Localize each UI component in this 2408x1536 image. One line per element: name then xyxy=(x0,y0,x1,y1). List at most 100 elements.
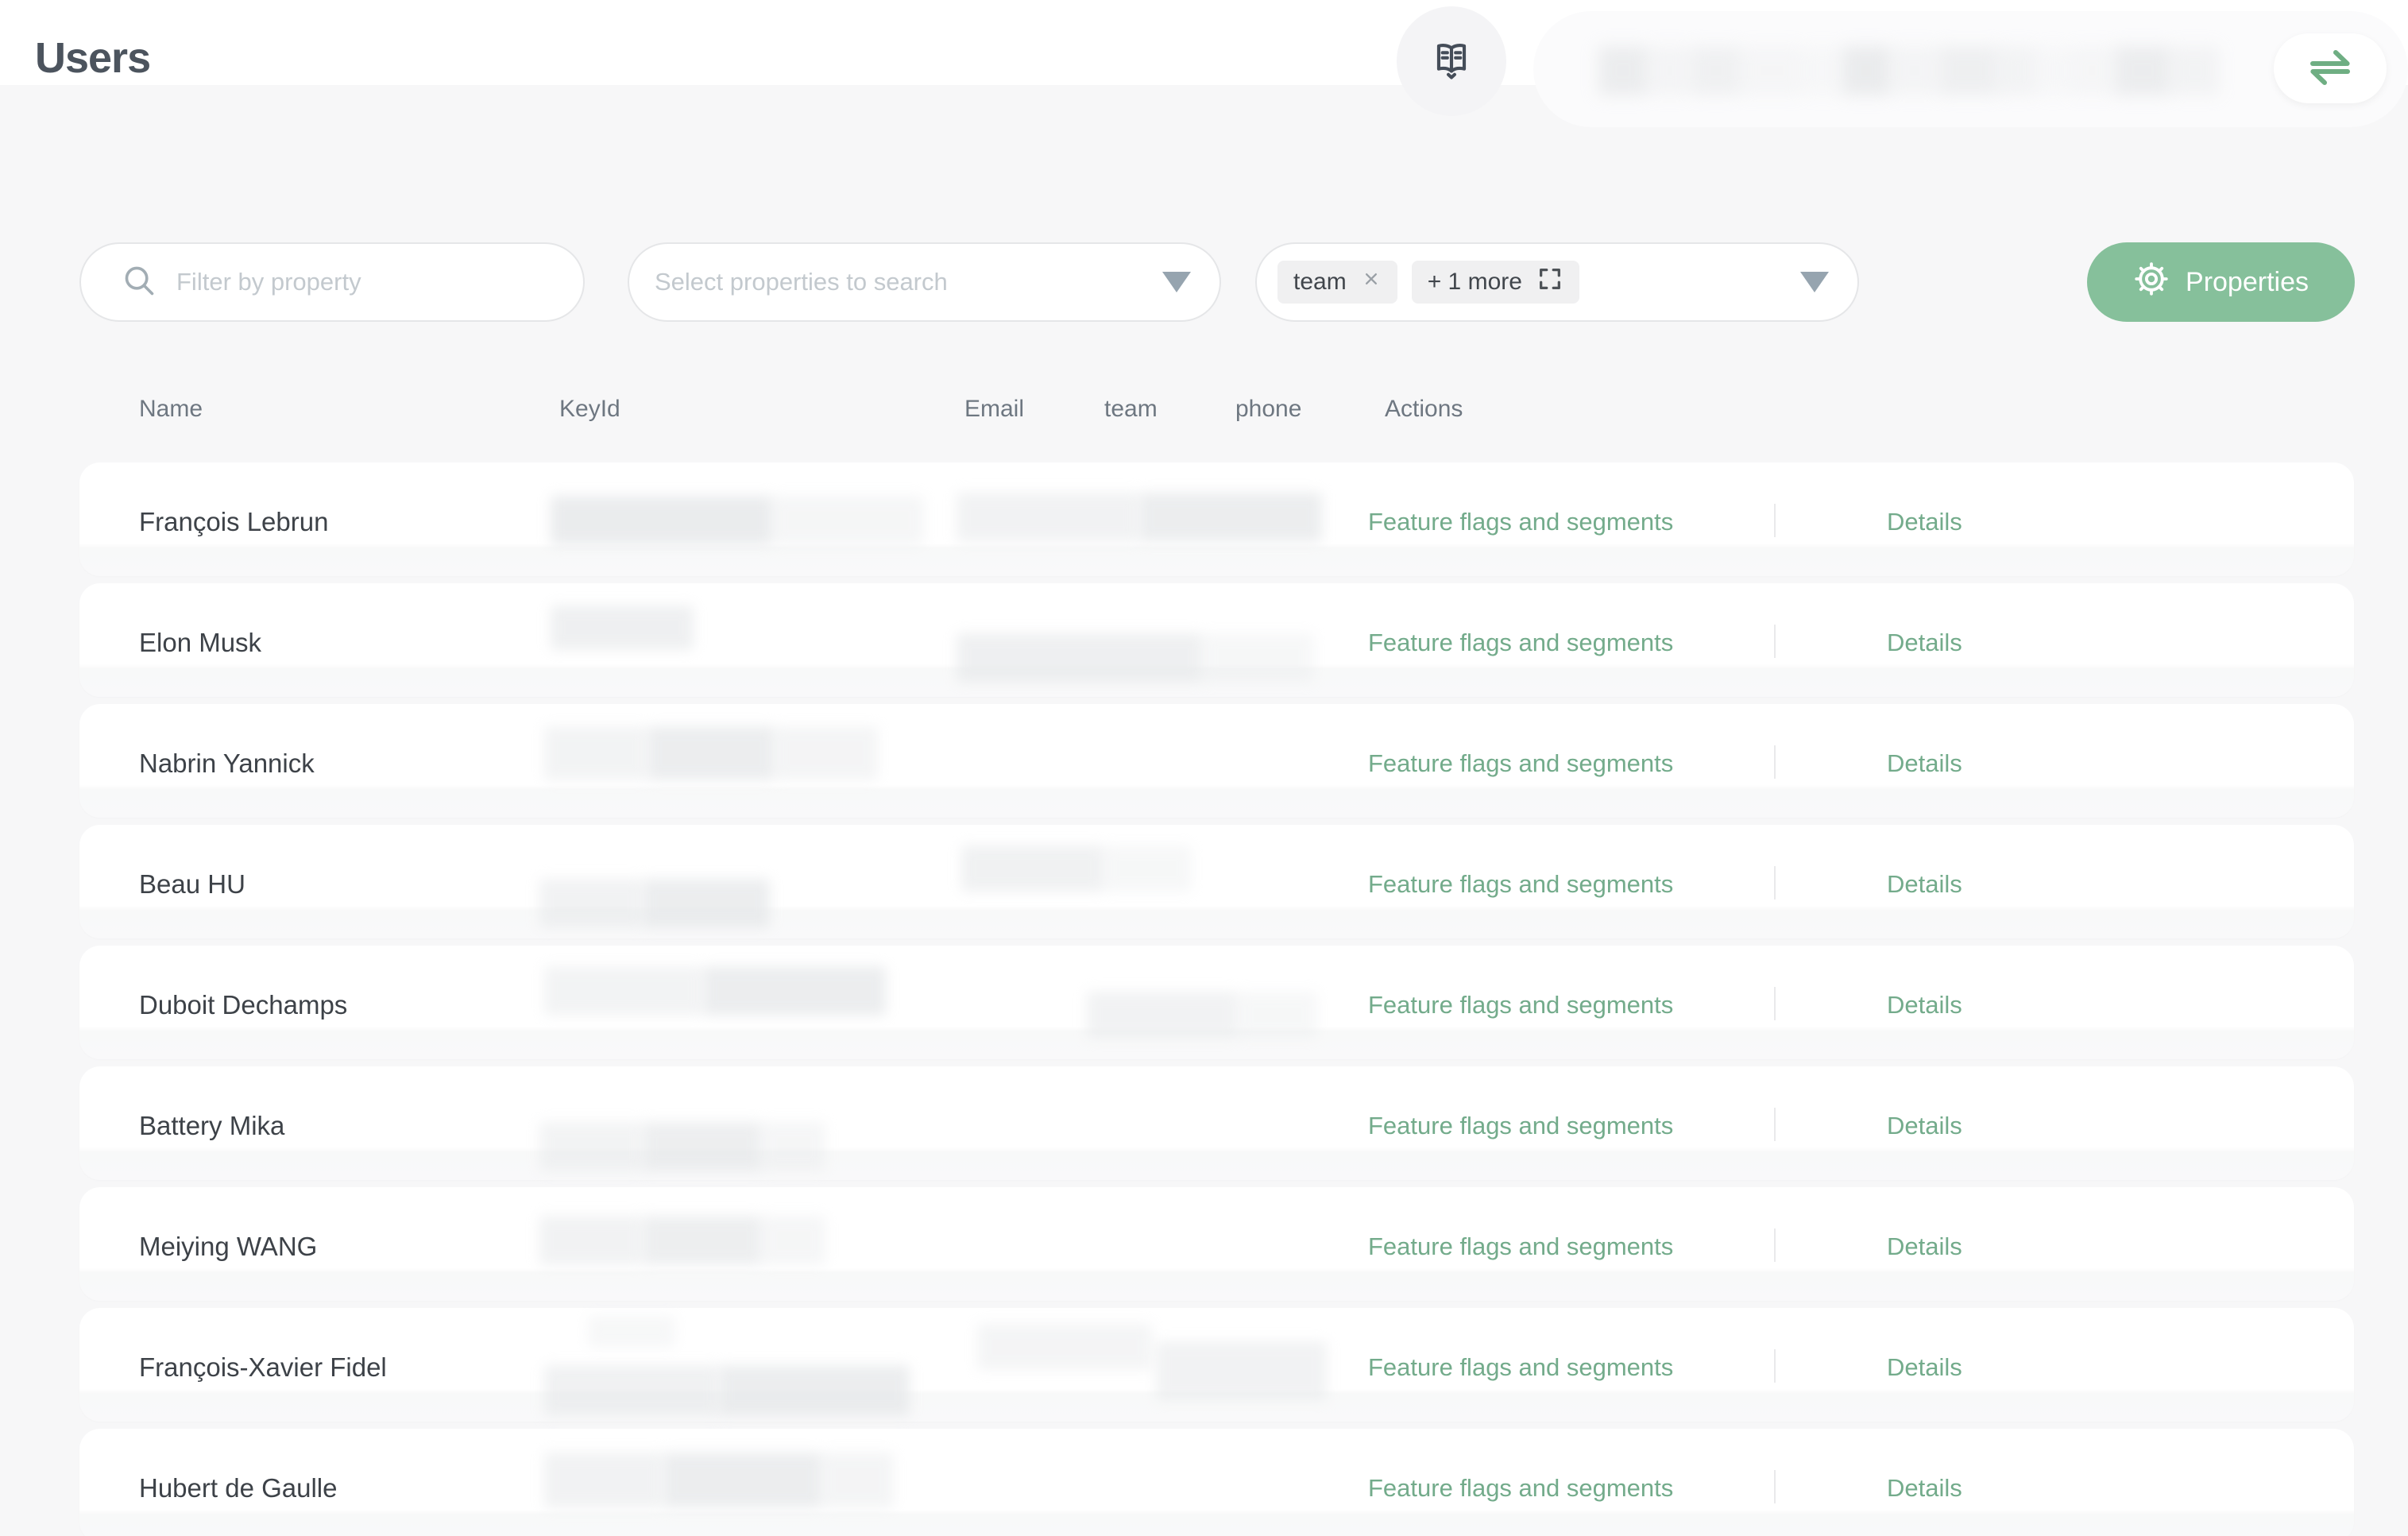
redacted-block xyxy=(1803,46,1842,95)
chip-team[interactable]: team xyxy=(1277,261,1397,304)
redacted-block xyxy=(539,879,643,928)
actions-divider xyxy=(1774,1108,1776,1141)
feature-flags-link[interactable]: Feature flags and segments xyxy=(1368,1090,1673,1162)
select-placeholder: Select properties to search xyxy=(655,268,948,296)
redacted-block xyxy=(2170,46,2220,95)
redacted-block xyxy=(588,1316,675,1348)
user-name: Nabrin Yannick xyxy=(139,728,315,799)
swap-arrows-icon xyxy=(2305,44,2356,93)
table-row: François-Xavier Fidel Feature flags and … xyxy=(79,1308,2354,1422)
redacted-block xyxy=(2069,46,2115,95)
actions-divider xyxy=(1774,1228,1776,1262)
expand-icon[interactable] xyxy=(1536,265,1563,299)
redacted-block xyxy=(1691,46,1741,95)
feature-flags-link[interactable]: Feature flags and segments xyxy=(1368,969,1673,1041)
redacted-block xyxy=(773,496,924,545)
feature-flags-link[interactable]: Feature flags and segments xyxy=(1368,1453,1673,1524)
gear-icon xyxy=(2133,261,2170,304)
actions-divider xyxy=(1774,866,1776,900)
docs-button[interactable] xyxy=(1397,6,1506,116)
details-link[interactable]: Details xyxy=(1887,607,1962,679)
header-bar: Users xyxy=(0,0,2408,85)
redacted-block xyxy=(822,1453,894,1508)
redacted-block xyxy=(643,879,770,928)
details-link[interactable]: Details xyxy=(1887,486,1962,558)
user-name: Hubert de Gaulle xyxy=(139,1453,337,1524)
details-link[interactable]: Details xyxy=(1887,728,1962,799)
table-row: Elon Musk Feature flags and segments Det… xyxy=(79,583,2354,697)
column-header-team: team xyxy=(1104,396,1158,423)
feature-flags-link[interactable]: Feature flags and segments xyxy=(1368,607,1673,679)
redacted-block xyxy=(539,1216,643,1265)
details-link[interactable]: Details xyxy=(1887,1090,1962,1162)
redacted-block xyxy=(539,1122,643,1171)
redacted-block xyxy=(1104,845,1192,892)
chip-more-label: + 1 more xyxy=(1428,269,1522,296)
remove-x-icon[interactable] xyxy=(1361,269,1382,296)
redacted-block xyxy=(762,1122,825,1171)
property-filter-field[interactable] xyxy=(79,242,585,322)
redacted-block xyxy=(1087,992,1238,1038)
chevron-down-icon xyxy=(1800,272,1829,292)
redacted-block xyxy=(957,493,1139,542)
actions-divider xyxy=(1774,504,1776,537)
feature-flags-link[interactable]: Feature flags and segments xyxy=(1368,849,1673,920)
user-name: Meiying WANG xyxy=(139,1211,317,1283)
chip-more[interactable]: + 1 more xyxy=(1412,261,1579,304)
table-row: Hubert de Gaulle Feature flags and segme… xyxy=(79,1429,2354,1536)
redacted-block xyxy=(544,1453,663,1508)
properties-button[interactable]: Properties xyxy=(2087,242,2355,322)
feature-flags-link[interactable]: Feature flags and segments xyxy=(1368,1332,1673,1403)
actions-divider xyxy=(1774,1470,1776,1503)
redacted-block xyxy=(2037,46,2069,95)
column-header-email: Email xyxy=(964,396,1024,423)
column-header-name: Name xyxy=(139,396,203,423)
redacted-block xyxy=(1842,46,1890,95)
redacted-block xyxy=(663,1453,822,1508)
chip-team-label: team xyxy=(1293,269,1347,296)
actions-divider xyxy=(1774,987,1776,1020)
redacted-block xyxy=(1156,1341,1327,1400)
redacted-block xyxy=(1999,46,2037,95)
users-page: Users xyxy=(0,0,2408,1536)
actions-divider xyxy=(1774,625,1776,658)
redacted-block xyxy=(957,633,1203,683)
properties-button-label: Properties xyxy=(2186,267,2309,298)
column-header-phone: phone xyxy=(1235,396,1301,423)
feature-flags-link[interactable]: Feature flags and segments xyxy=(1368,486,1673,558)
redacted-block xyxy=(544,966,703,1016)
redacted-block xyxy=(977,1324,1152,1370)
details-link[interactable]: Details xyxy=(1887,1332,1962,1403)
user-name: Elon Musk xyxy=(139,607,261,679)
search-properties-multiselect[interactable]: team + 1 more xyxy=(1255,242,1859,322)
environment-switcher-pill[interactable] xyxy=(1533,11,2408,127)
redacted-block xyxy=(1648,46,1691,95)
redacted-block xyxy=(775,726,878,780)
column-header-actions: Actions xyxy=(1385,396,1463,423)
redacted-block xyxy=(703,966,886,1016)
user-name: François Lebrun xyxy=(139,486,328,558)
feature-flags-link[interactable]: Feature flags and segments xyxy=(1368,728,1673,799)
search-icon xyxy=(121,262,157,303)
redacted-block xyxy=(643,1216,762,1265)
redacted-block xyxy=(1139,493,1322,542)
redacted-block xyxy=(961,845,1104,892)
details-link[interactable]: Details xyxy=(1887,849,1962,920)
redacted-environment-text xyxy=(1598,46,2220,95)
details-link[interactable]: Details xyxy=(1887,1453,1962,1524)
feature-flags-link[interactable]: Feature flags and segments xyxy=(1368,1211,1673,1283)
redacted-block xyxy=(2115,46,2170,95)
column-header-keyid: KeyId xyxy=(559,396,620,423)
table-row: Meiying WANG Feature flags and segments … xyxy=(79,1187,2354,1301)
redacted-block xyxy=(647,726,775,780)
table-row: François Lebrun Feature flags and segmen… xyxy=(79,462,2354,576)
redacted-block xyxy=(1203,633,1314,683)
user-name: François-Xavier Fidel xyxy=(139,1332,387,1403)
details-link[interactable]: Details xyxy=(1887,1211,1962,1283)
properties-to-search-select[interactable]: Select properties to search xyxy=(628,242,1221,322)
redacted-block xyxy=(643,1122,762,1171)
user-name: Battery Mika xyxy=(139,1090,284,1162)
filter-input[interactable] xyxy=(175,267,583,297)
switch-environment-button[interactable] xyxy=(2274,33,2387,103)
details-link[interactable]: Details xyxy=(1887,969,1962,1041)
